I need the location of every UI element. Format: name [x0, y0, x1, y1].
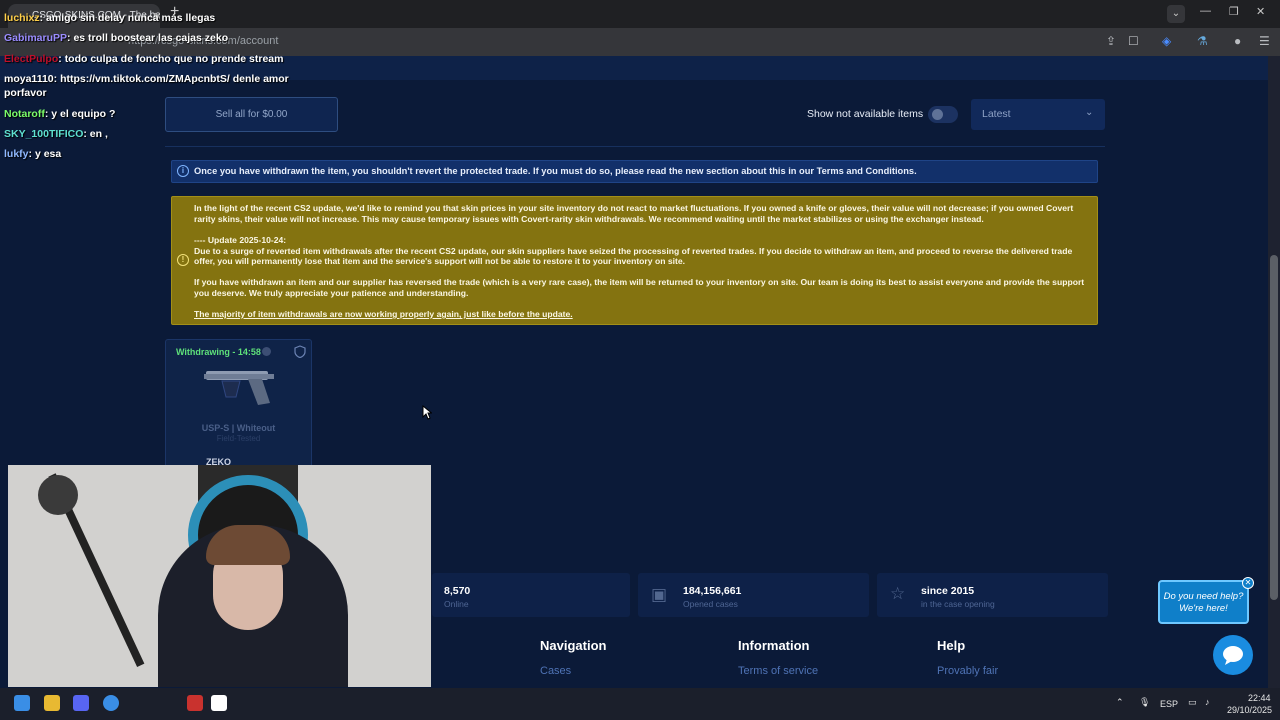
show-not-available-label: Show not available items	[807, 108, 924, 120]
chat-message: porfavor	[4, 87, 47, 99]
sort-selected-value: Latest	[982, 108, 1011, 120]
warning-paragraph-3: If you have withdrawn an item and our su…	[194, 277, 1085, 298]
footer-navigation-title: Navigation	[540, 638, 607, 653]
chat-message: moya1110: https://vm.tiktok.com/ZMApcnbt…	[4, 73, 289, 85]
webcam-overlay	[8, 465, 431, 687]
webcam-label: ZEKO	[206, 457, 232, 467]
warning-paragraph-1: In the light of the recent CS2 update, w…	[194, 203, 1074, 224]
stat-online-value: 8,570	[444, 585, 471, 597]
network-icon[interactable]: ▭	[1188, 697, 1197, 708]
chat-message: lukfy: y esa	[4, 148, 62, 160]
maximize-icon[interactable]: ❐	[1229, 5, 1239, 18]
chat-message: ElectPulpo: todo culpa de foncho que no …	[4, 53, 284, 65]
kick-icon[interactable]	[211, 695, 227, 711]
item-wear: Field-Tested	[216, 434, 261, 443]
info-notice-text: Once you have withdrawn the item, you sh…	[194, 166, 917, 176]
footer-link-terms[interactable]: Terms of service	[738, 665, 818, 677]
footer-link-provably-fair[interactable]: Provably fair	[937, 665, 998, 677]
stat-opened-cases	[638, 573, 869, 617]
discord-icon[interactable]	[73, 695, 89, 711]
stat-since	[877, 573, 1108, 617]
chat-icon	[1223, 646, 1243, 665]
box-icon: ▣	[651, 585, 668, 604]
browser-icon[interactable]	[103, 695, 119, 711]
stat-cases-value: 184,156,661	[683, 585, 742, 597]
divider	[165, 146, 1105, 147]
help-line-1: Do you need help?	[1163, 591, 1244, 602]
chat-message: GabimaruPP: es troll boostear las cajas …	[4, 32, 229, 44]
app-icon[interactable]	[187, 695, 203, 711]
start-icon[interactable]	[14, 695, 30, 711]
pistol-image	[204, 371, 274, 405]
close-window-icon[interactable]: ✕	[1256, 5, 1265, 18]
warning-paragraph-4[interactable]: The majority of item withdrawals are now…	[194, 309, 1092, 320]
sell-all-button[interactable]: Sell all for $0.00	[165, 97, 338, 132]
shield-icon	[294, 345, 306, 358]
chat-message: luchixz: amigo sin delay nunca más llega…	[4, 12, 216, 24]
clock-time[interactable]: 22:44	[1248, 693, 1271, 703]
clock-date[interactable]: 29/10/2025	[1227, 705, 1272, 715]
volume-icon[interactable]: ♪	[1205, 697, 1210, 707]
warning-icon: !	[177, 254, 189, 266]
mic-icon	[38, 475, 78, 515]
menu-icon[interactable]: ☰	[1259, 34, 1270, 48]
bookmark-icon[interactable]: ☐	[1128, 34, 1139, 48]
item-status: Withdrawing - 14:58	[176, 347, 261, 357]
folder-icon[interactable]	[44, 695, 60, 711]
footer-information-title: Information	[738, 638, 810, 653]
warning-paragraph-2: ---- Update 2025-10-24: Due to a surge o…	[194, 235, 1092, 267]
toggle-knob	[932, 109, 943, 120]
scrollbar-thumb[interactable]	[1270, 255, 1278, 600]
mic-tray-icon[interactable]: 🎙	[1139, 697, 1150, 708]
share-icon[interactable]: ⇪	[1106, 34, 1116, 48]
webcam-hair	[206, 525, 290, 565]
chat-message: Notaroff: y el equipo ?	[4, 108, 116, 120]
item-name: USP-S | Whiteout	[201, 423, 276, 433]
timer-info-icon	[262, 347, 271, 356]
stat-cases-label: Opened cases	[683, 599, 738, 609]
profile-icon[interactable]: ●	[1234, 34, 1241, 48]
footer-help-title: Help	[937, 638, 966, 653]
minimize-icon[interactable]: —	[1200, 5, 1211, 17]
stat-since-value: since 2015	[921, 585, 975, 597]
language-indicator[interactable]: ESP	[1160, 699, 1178, 709]
mouse-cursor-icon	[422, 405, 432, 420]
warning-update-text: Due to a surge of reverted item withdraw…	[194, 245, 1073, 267]
chevron-up-icon[interactable]: ⌃	[1116, 697, 1124, 708]
stat-online-label: Online	[444, 599, 469, 609]
help-close-icon[interactable]: ✕	[1242, 577, 1254, 589]
star-icon: ☆	[890, 584, 906, 603]
help-bubble[interactable]: Do you need help? We're here!	[1158, 580, 1249, 624]
tab-search-icon[interactable]: ⌄	[1167, 5, 1185, 23]
info-icon: i	[177, 165, 189, 177]
stat-since-label: in the case opening	[921, 599, 995, 609]
extension-icon[interactable]: ◈	[1162, 34, 1171, 48]
help-line-2: We're here!	[1179, 603, 1228, 614]
support-chat-button[interactable]	[1213, 635, 1253, 675]
footer-link-cases[interactable]: Cases	[540, 665, 571, 677]
warning-update-title: ---- Update 2025-10-24:	[194, 235, 287, 245]
flask-icon[interactable]: ⚗	[1197, 34, 1208, 48]
chevron-down-icon: ⌄	[1085, 107, 1094, 118]
chat-message: SKY_100TIFICO: en ,	[4, 128, 108, 140]
